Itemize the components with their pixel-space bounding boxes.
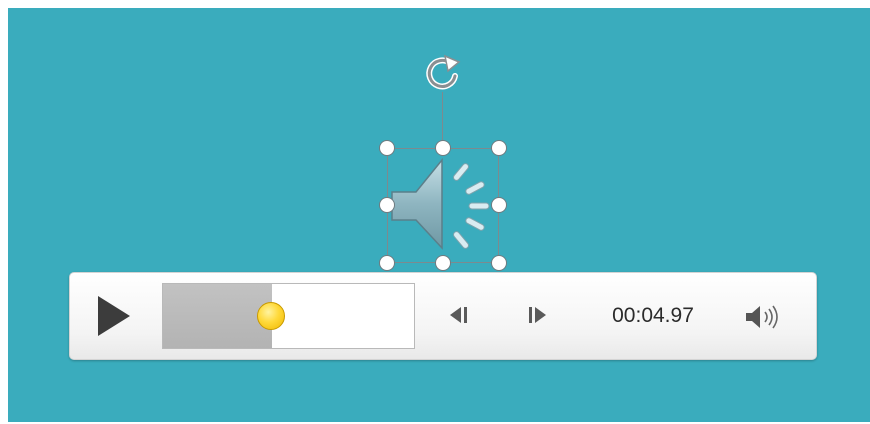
progress-thumb[interactable] [257,302,285,330]
skip-back-button[interactable] [446,302,472,328]
resize-handle-left[interactable] [379,197,395,213]
resize-handle-top-left[interactable] [379,140,395,156]
skip-forward-icon [529,307,546,323]
resize-handle-right[interactable] [491,197,507,213]
volume-icon [746,305,778,329]
resize-handle-top-right[interactable] [491,140,507,156]
time-display: 00:04.97 [612,304,694,327]
skip-forward-button[interactable] [524,302,550,328]
play-icon [98,296,130,336]
progress-fill [163,284,272,348]
resize-handle-top[interactable] [435,140,451,156]
speaker-icon[interactable] [390,152,496,258]
skip-back-icon [450,307,467,323]
volume-button[interactable] [744,302,786,332]
resize-handle-bottom-right[interactable] [491,255,507,271]
resize-handle-bottom[interactable] [435,255,451,271]
progress-track[interactable] [162,283,415,349]
resize-handle-bottom-left[interactable] [379,255,395,271]
play-button[interactable] [90,292,134,340]
rotate-icon[interactable] [419,50,467,96]
